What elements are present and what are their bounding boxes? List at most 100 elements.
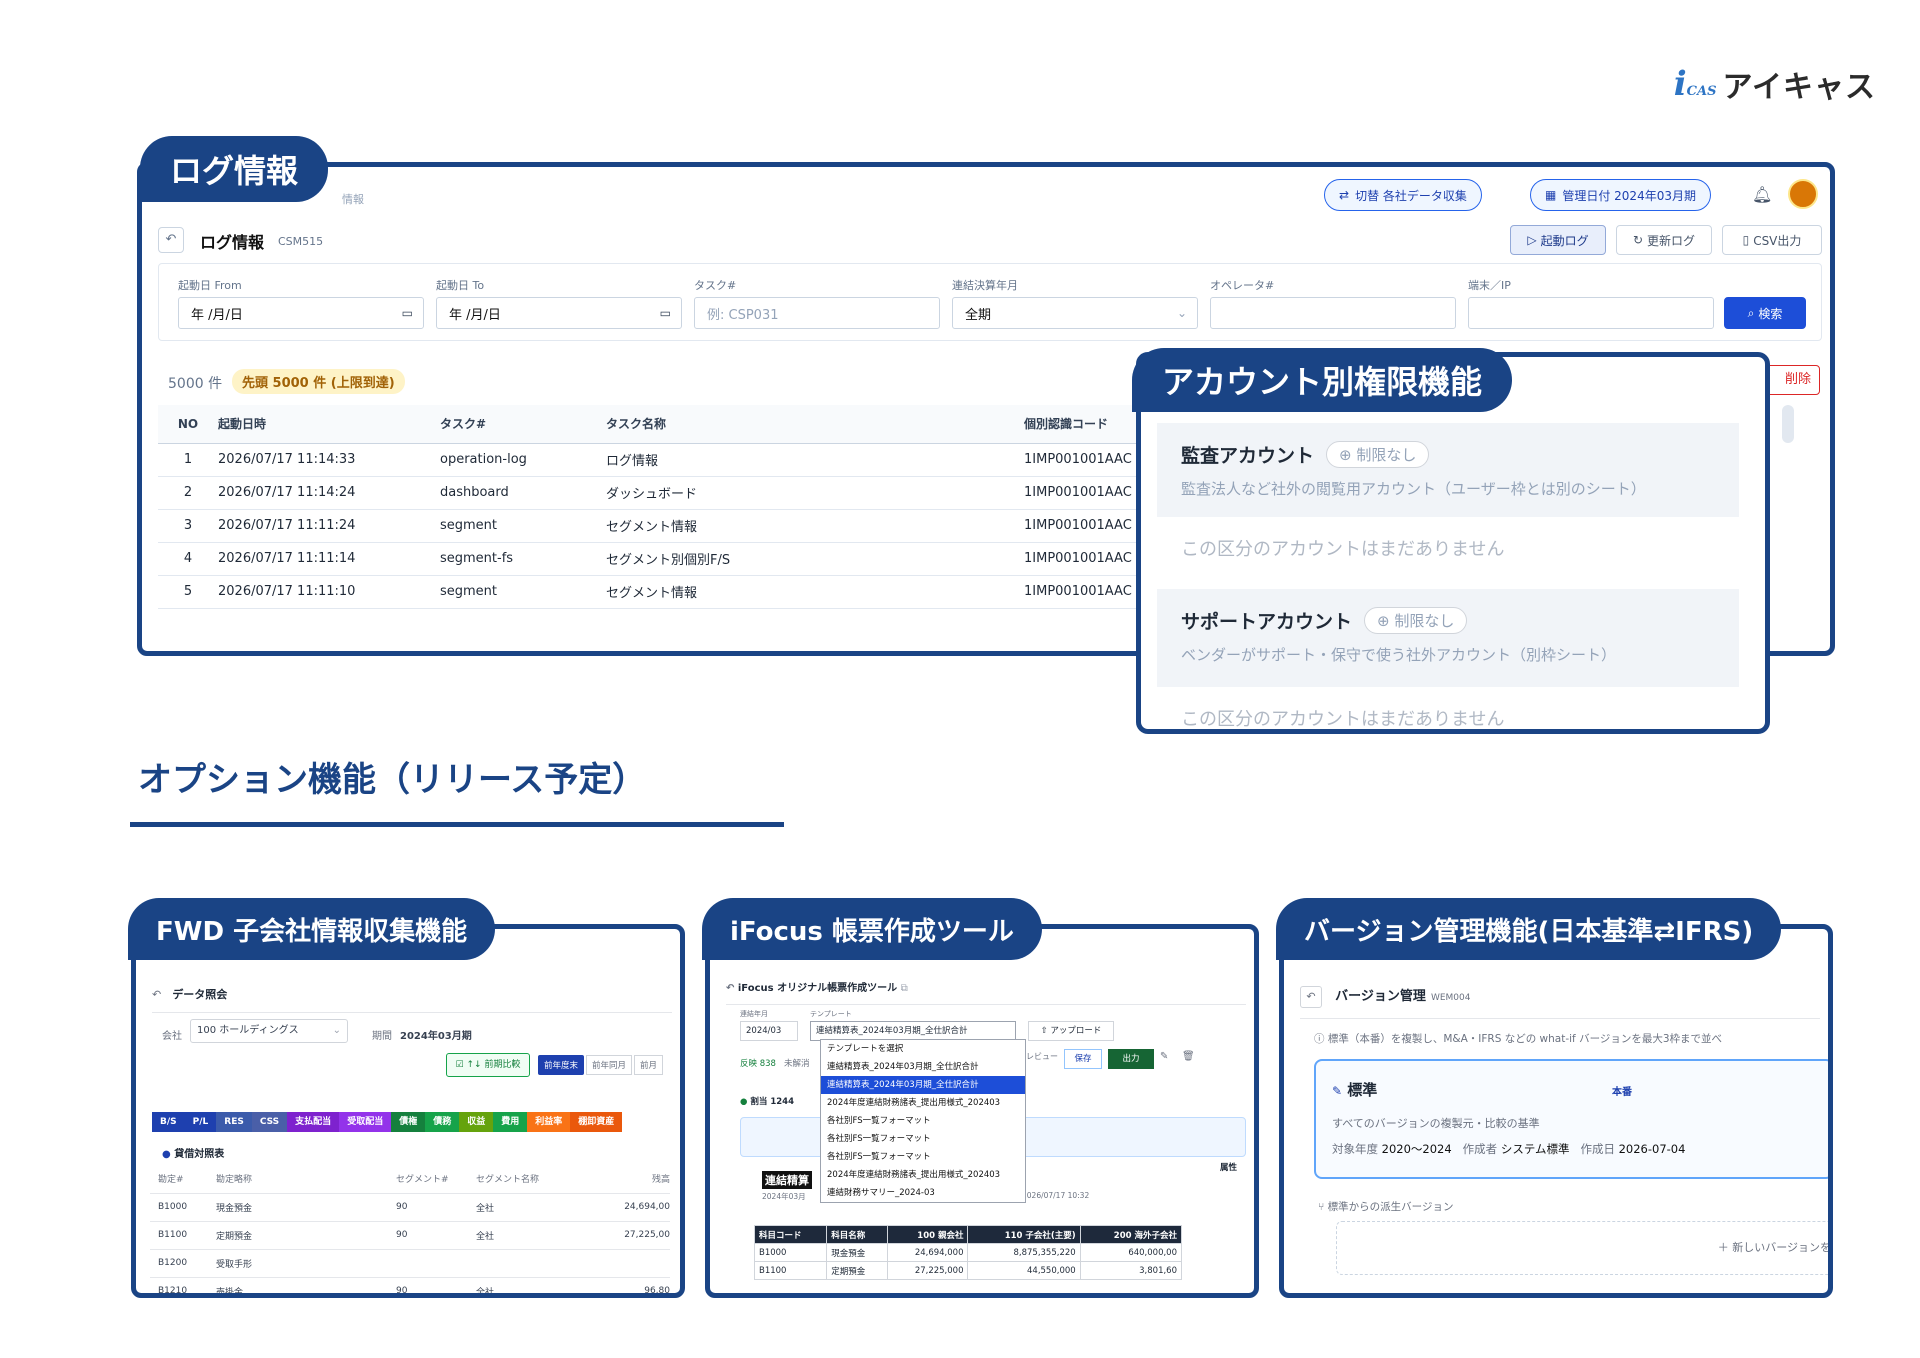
- compare-label: ↑↓ 前期比較: [466, 1060, 521, 1070]
- manage-date-label: 管理日付 2024年03月期: [1562, 188, 1696, 203]
- grid-cell[interactable]: 現金預金: [826, 1243, 888, 1262]
- grid-cell[interactable]: 44,550,000: [967, 1261, 1081, 1280]
- upload-button[interactable]: ⇧ アップロード: [1028, 1021, 1114, 1041]
- table-cell: 全社: [468, 1193, 588, 1222]
- grid-row: B1100 定期預金 27,225,000 44,550,000 3,801,60: [753, 1261, 1183, 1280]
- operator-input[interactable]: [1210, 297, 1456, 329]
- standard-version-card[interactable]: ✎ 標準 本番 すべてのバージョンの複製元・比較の基準 対象年度 2020〜20…: [1314, 1059, 1828, 1179]
- grid-col-sub: 110 子会社(主要): [967, 1225, 1081, 1244]
- table-row[interactable]: B1210 売掛金 90 全社 96,80: [150, 1277, 670, 1293]
- grid-cell[interactable]: 定期預金: [826, 1261, 888, 1280]
- export-button[interactable]: 出力: [1108, 1049, 1154, 1069]
- table-cell: [468, 1249, 588, 1278]
- limit-badge: 先頭 5000 件 (上限到達): [232, 369, 405, 394]
- bell-icon[interactable]: 🔔︎: [1752, 185, 1772, 204]
- support-account-section: サポートアカウント ⊕ 制限なし ベンダーがサポート・保守で使う社外アカウント（別…: [1157, 589, 1739, 687]
- grid-cell[interactable]: 8,875,355,220: [967, 1243, 1081, 1262]
- category-tab[interactable]: 収益: [459, 1112, 494, 1132]
- swap-icon: ⇄: [1339, 188, 1350, 202]
- period-select[interactable]: 全期 ⌄: [952, 297, 1198, 329]
- template-dropdown[interactable]: テンプレートを選択 連結精算表_2024年03月期_全仕訳合計 連結精算表_2024…: [820, 1039, 1026, 1203]
- category-tab[interactable]: 費用: [493, 1112, 528, 1132]
- dropdown-option[interactable]: 連結財務サマリー_2024-03: [821, 1184, 1025, 1202]
- grid-cell[interactable]: 27,225,000: [886, 1261, 969, 1280]
- grid-cell[interactable]: 24,694,000: [886, 1243, 969, 1262]
- compare-button[interactable]: ☑ ↑↓ 前期比較: [446, 1053, 530, 1077]
- table-cell: 2026/07/17 11:14:33: [218, 443, 440, 477]
- review-button[interactable]: レビュー: [1026, 1051, 1058, 1062]
- toggle-prev-month[interactable]: 前月: [634, 1055, 664, 1075]
- start-log-button[interactable]: ▷ 起動ログ: [1510, 225, 1606, 255]
- back-icon[interactable]: ↶: [726, 983, 734, 994]
- from-date-input[interactable]: 年 /月/日 ▭: [178, 297, 424, 329]
- update-log-button[interactable]: ↻ 更新ログ: [1616, 225, 1712, 255]
- table-row[interactable]: B1100 定期預金 90 全社 27,225,00: [150, 1221, 670, 1250]
- task-input[interactable]: 例: CSP031: [694, 297, 940, 329]
- table-cell: 現金預金: [208, 1193, 388, 1222]
- category-tab[interactable]: 債権: [391, 1112, 426, 1132]
- category-tab[interactable]: 受取配当: [339, 1112, 392, 1132]
- table-row[interactable]: B1000 現金預金 90 全社 24,694,00: [150, 1193, 670, 1222]
- dropdown-option[interactable]: 各社別FS一覧フォーマット: [821, 1112, 1025, 1130]
- audit-account-section: 監査アカウント ⊕ 制限なし 監査法人など社外の閲覧用アカウント（ユーザー枠とは別…: [1157, 423, 1739, 517]
- category-tab[interactable]: P/L: [184, 1112, 217, 1132]
- toggle-prev-year-end[interactable]: 前年度末: [538, 1055, 585, 1075]
- back-button[interactable]: ↶: [158, 227, 184, 253]
- dropdown-option[interactable]: 各社別FS一覧フォーマット: [821, 1130, 1025, 1148]
- assign-count: ● 割当 1244: [740, 1095, 794, 1107]
- table-row[interactable]: B1200 受取手形: [150, 1249, 670, 1278]
- company-select[interactable]: 100 ホールディングス ⌄: [190, 1019, 348, 1043]
- history-icon: ↻: [1632, 233, 1644, 247]
- fwd-panel: ↶ データ照会 会社 100 ホールディングス ⌄ 期間 2024年03月期 ☑ …: [131, 924, 685, 1298]
- dropdown-option[interactable]: テンプレートを選択: [821, 1040, 1025, 1058]
- template-select[interactable]: 連結精算表_2024年03月期_全仕訳合計: [810, 1021, 1016, 1041]
- dropdown-option[interactable]: 各社別FS一覧フォーマット: [821, 1148, 1025, 1166]
- category-tab[interactable]: B/S: [152, 1112, 185, 1132]
- category-tabs: B/S P/L RES CSS 支払配当 受取配当 債権 債務 収益 費用 利益率 棚卸資産: [152, 1109, 623, 1132]
- save-button[interactable]: 保存: [1064, 1049, 1102, 1069]
- period-label: 連結決算年月: [952, 279, 1018, 292]
- fwd-table: 勘定# 勘定略称 セグメント# セグメント名称 残高 B1000 現金預金 90 全社…: [150, 1165, 670, 1293]
- manage-date-pill[interactable]: ▦ 管理日付 2024年03月期: [1530, 179, 1711, 211]
- avatar[interactable]: [1788, 179, 1818, 209]
- period-select[interactable]: 2024/03: [740, 1021, 798, 1041]
- grid-cell[interactable]: 3,801,60: [1079, 1261, 1183, 1280]
- table-cell: 2026/07/17 11:11:24: [218, 509, 440, 543]
- scrollbar[interactable]: [1782, 405, 1794, 443]
- grid-cell[interactable]: B1000: [753, 1243, 828, 1262]
- dropdown-option[interactable]: 2024年度連結財務諸表_提出用様式_202403: [821, 1094, 1025, 1112]
- switch-pill[interactable]: ⇄ 切替 各社データ収集: [1324, 179, 1482, 211]
- category-tab[interactable]: CSS: [251, 1112, 288, 1132]
- category-tab[interactable]: 債務: [425, 1112, 460, 1132]
- edit-icon[interactable]: ✎: [1160, 1051, 1168, 1062]
- support-badge-label: 制限なし: [1394, 612, 1455, 630]
- update-log-label: 更新ログ: [1647, 233, 1696, 248]
- task-placeholder: 例: CSP031: [707, 307, 779, 323]
- trash-icon[interactable]: 🗑︎: [1182, 1051, 1195, 1062]
- dropdown-option[interactable]: 連結精算表_2024年03月期_全仕訳合計: [821, 1076, 1025, 1094]
- search-button[interactable]: ⌕ 検索: [1724, 297, 1806, 329]
- dropdown-option[interactable]: 連結精算表_2024年03月期_全仕訳合計: [821, 1058, 1025, 1076]
- dropdown-option[interactable]: 2024年度連結財務諸表_提出用様式_202403: [821, 1166, 1025, 1184]
- upload-label: アップロード: [1050, 1026, 1102, 1036]
- category-tab[interactable]: 利益率: [527, 1112, 571, 1132]
- ifocus-header: ↶ iFocus オリジナル帳票作成ツール ⧉: [726, 979, 1246, 1005]
- csv-export-button[interactable]: ▯ CSV出力: [1722, 225, 1822, 255]
- new-version-button[interactable]: ＋ 新しいバージョンを: [1336, 1221, 1828, 1275]
- sheet-title: 連結精算: [762, 1171, 812, 1189]
- terminal-input[interactable]: [1468, 297, 1714, 329]
- category-tab[interactable]: 支払配当: [287, 1112, 340, 1132]
- category-tab[interactable]: RES: [216, 1112, 252, 1132]
- table-cell: B1200: [150, 1249, 208, 1278]
- search-icon: ⌕: [1747, 305, 1755, 320]
- back-button[interactable]: ↶: [1300, 986, 1322, 1008]
- toggle-prev-year-month[interactable]: 前年同月: [586, 1055, 633, 1075]
- back-icon[interactable]: ↶: [152, 988, 161, 1001]
- external-link-icon[interactable]: ⧉: [901, 983, 908, 994]
- to-date-input[interactable]: 年 /月/日 ▭: [436, 297, 682, 329]
- grid-cell[interactable]: B1100: [753, 1261, 828, 1280]
- category-tab[interactable]: 棚卸資産: [570, 1112, 623, 1132]
- grid-cell[interactable]: 640,000,00: [1079, 1243, 1183, 1262]
- creator-value: システム標準: [1500, 1142, 1570, 1156]
- table-cell: B1100: [150, 1221, 208, 1250]
